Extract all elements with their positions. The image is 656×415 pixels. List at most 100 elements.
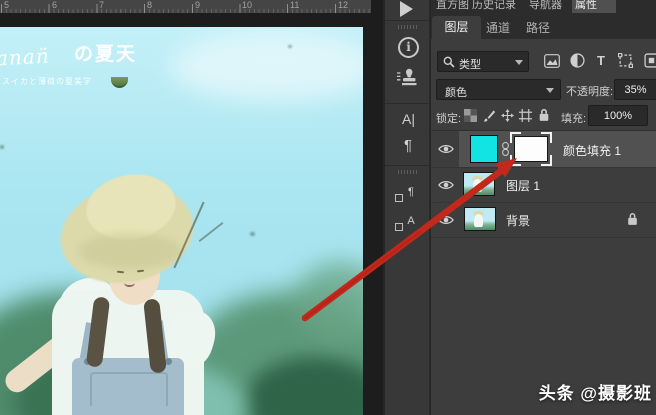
document-canvas[interactable]: anan̈ の夏天 スイカと薄荷の夏美学 [0,27,363,415]
panel-square-glyph [395,194,403,202]
lock-all-icon[interactable] [538,108,550,122]
tab-history[interactable]: 历史记录 [469,0,525,13]
color-fill-swatch[interactable] [470,135,498,163]
layer-thumbnail[interactable] [464,207,496,231]
lock-pixels-brush-icon[interactable] [483,109,496,122]
drag-handle[interactable] [398,170,418,174]
search-icon [443,56,455,68]
blend-mode-value: 颜色 [445,87,467,99]
watermark-brand: 头条 [538,384,575,403]
filter-shape-layers-icon[interactable] [618,53,633,68]
panel-dock: i A| ¶ ¶ A [383,0,432,415]
photo-title-caption: の夏天 [74,44,138,65]
opacity-value: 35% [624,84,647,96]
tab-histogram[interactable]: 直方图 [433,0,473,13]
pasteboard [0,13,383,27]
filter-smart-objects-icon[interactable] [644,53,656,68]
eye-icon [438,216,454,224]
filter-pixel-layers-icon[interactable] [544,54,560,68]
chevron-down-icon [546,88,554,93]
opacity-label: 不透明度: [566,86,614,98]
paragraph-panel-icon[interactable]: ¶ [399,137,417,154]
hat-shadow [78,233,182,269]
layer-name[interactable]: 背景 [506,212,530,229]
speck [250,232,255,236]
background-lock-icon [628,212,637,225]
lock-artboard-icon[interactable] [519,109,532,122]
panel-square-glyph [395,223,403,231]
visibility-toggle[interactable] [431,202,459,237]
chevron-down-icon [515,60,523,65]
layer-thumbnail[interactable] [463,172,495,196]
lock-transparency-icon[interactable] [464,109,477,122]
watermark-handle: @摄影班 [580,384,652,403]
drag-handle[interactable] [398,25,418,29]
layers-tab-bar: 图层 通道 路径 [431,13,656,39]
eye-icon [438,181,454,189]
twig [198,221,224,243]
photo-script-caption: anan̈ [0,43,51,71]
ruler-number: 7 [99,0,105,10]
ruler-number: 6 [52,0,58,10]
pasteboard [363,13,383,415]
eye-icon [438,145,454,153]
divider [385,103,432,104]
paragraph-styles-panel-icon[interactable]: ¶ [395,182,420,202]
watermark: 头条 @摄影班 [539,379,652,404]
character-panel-icon[interactable]: A| [395,111,422,127]
character-styles-panel-icon[interactable]: A [395,211,420,231]
tab-layers[interactable]: 图层 [432,16,481,39]
character-styles-glyph: A [407,215,415,227]
ruler-number: 9 [195,0,201,10]
panel-group-tabs: 直方图 历史记录 导航器 属性 [431,0,656,13]
opacity-field[interactable]: 35% [614,79,656,100]
ruler-number: 11 [290,0,300,10]
overall-pocket [90,372,168,406]
divider [385,165,432,166]
tab-channels[interactable]: 通道 [486,19,510,36]
thumbnail-figure [473,179,482,192]
filter-type-layers-icon[interactable]: T [597,53,605,68]
speck [288,45,292,48]
thumbnail-figure [474,214,483,227]
info-panel-icon[interactable]: i [398,37,419,58]
girl-smile [124,279,135,287]
layer-row-background[interactable]: 背景 [431,202,656,238]
tab-navigator[interactable]: 导航器 [526,0,568,13]
tab-properties[interactable]: 属性 [572,0,616,13]
speck [0,145,4,149]
visibility-toggle[interactable] [431,131,459,167]
layers-panel: 直方图 历史记录 导航器 属性 图层 通道 路径 类型 T 颜色 不透明度: 3… [430,0,656,415]
lock-position-move-icon[interactable] [501,109,514,122]
link-icon [502,142,509,156]
layer-name[interactable]: 颜色填充 1 [563,142,621,159]
cloud [170,32,363,102]
paragraph-styles-glyph: ¶ [408,186,414,198]
visibility-toggle[interactable] [431,167,459,202]
ruler-number: 12 [338,0,349,10]
layer-name[interactable]: 图层 1 [506,177,540,194]
actions-play-icon[interactable] [400,1,413,17]
fill-label: 填充: [561,113,587,125]
layer-row-layer1[interactable]: 图层 1 [431,167,656,203]
mask-thumbnail-white [514,136,548,162]
filter-adjustment-layers-icon[interactable] [570,53,585,68]
fill-value: 100% [603,110,633,122]
tab-paths[interactable]: 路径 [526,19,550,36]
ruler-number: 10 [242,0,253,10]
watermelon-icon [111,77,128,88]
photo-subtitle-caption: スイカと薄荷の夏美学 [2,77,92,86]
divider [385,20,432,21]
photoshop-window: 5 6 7 8 9 10 11 12 anan̈ の夏天 スイカと薄荷の夏美学 … [0,0,656,415]
layer-filter-kind-dropdown[interactable]: 类型 [437,51,529,72]
ruler-number: 5 [4,0,10,10]
layer-row-color-fill[interactable]: 颜色填充 1 [431,131,656,168]
lock-label: 锁定: [436,113,462,125]
horizontal-ruler: 5 6 7 8 9 10 11 12 [0,0,371,14]
clone-source-panel-icon[interactable] [397,68,420,90]
layer-mask-thumbnail[interactable] [510,132,552,166]
ruler-number: 8 [147,0,153,10]
fill-field[interactable]: 100% [588,105,648,126]
blend-mode-dropdown[interactable]: 颜色 [436,79,561,100]
filter-kind-label: 类型 [459,59,481,71]
